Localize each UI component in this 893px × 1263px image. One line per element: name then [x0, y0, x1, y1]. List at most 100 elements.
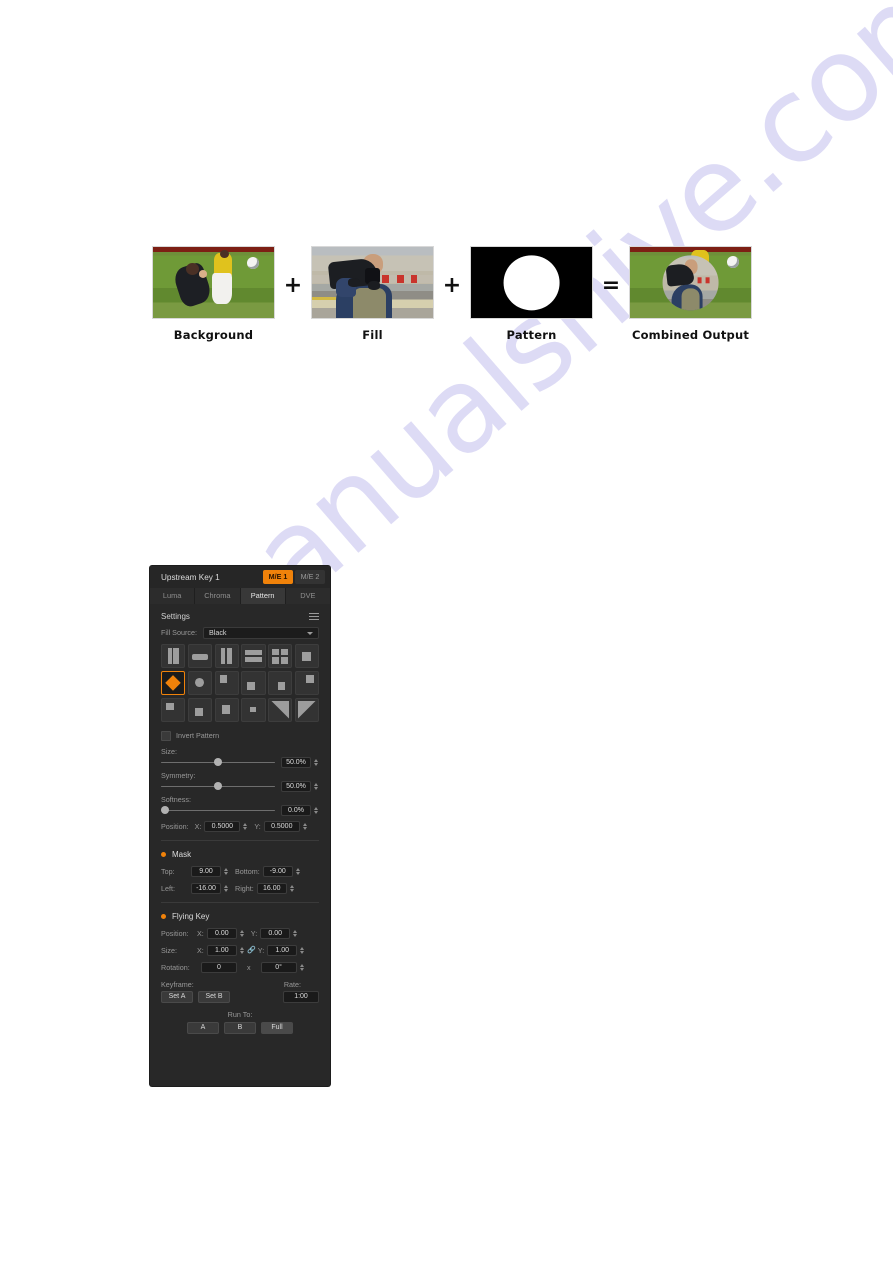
mask-left-field[interactable]: -16.00 [191, 882, 221, 894]
run-to-label: Run To: [227, 1009, 253, 1019]
flying-key-position-y-stepper[interactable] [292, 928, 298, 939]
size-slider-knob [214, 758, 222, 767]
mask-top-label: Top: [161, 866, 175, 876]
set-b-button[interactable]: Set B [198, 990, 230, 1003]
mask-right-stepper[interactable] [289, 883, 295, 894]
symmetry-label: Symmetry: [161, 770, 196, 780]
flying-key-position-row: Position: X: 0.00 Y: 0.00 [161, 926, 319, 941]
flying-key-size-label: Size: [161, 945, 177, 955]
flying-key-size-x-field[interactable]: 1.00 [206, 944, 237, 956]
mask-bottom-stepper[interactable] [295, 866, 301, 877]
pattern-option-9[interactable] [214, 670, 239, 695]
me-button-2[interactable]: M/E 2 [295, 569, 325, 584]
key-composition-diagram: Background + Fill + Pattern = Combined O… [152, 246, 752, 342]
pattern-option-18-diagonal[interactable] [294, 697, 319, 722]
flying-key-rotation-turns-field[interactable]: 0 [201, 961, 237, 973]
run-to-full-button[interactable]: Full [261, 1021, 293, 1034]
symmetry-stepper[interactable] [313, 781, 319, 792]
softness-value-field[interactable]: 0.0% [281, 804, 311, 816]
tab-dve[interactable]: DVE [285, 588, 330, 604]
flying-key-size-row: Size: X: 1.00 🔗 Y: 1.00 [161, 943, 319, 958]
panel-header: Upstream Key 1 M/E 1 M/E 2 [150, 566, 330, 588]
tab-luma[interactable]: Luma [150, 588, 196, 604]
fill-source-dropdown[interactable]: Black [202, 626, 319, 639]
mask-right-field[interactable]: 16.00 [256, 882, 287, 894]
flying-key-rotation-degrees-field[interactable]: 0° [260, 961, 297, 973]
mask-enable-indicator[interactable] [161, 852, 166, 858]
mask-left-label: Left: [161, 883, 175, 893]
pattern-option-14[interactable] [187, 697, 212, 722]
pattern-position-x-stepper[interactable] [242, 821, 248, 832]
flying-key-enable-indicator[interactable] [161, 914, 166, 920]
pattern-position-x-field[interactable]: 0.5000 [204, 820, 241, 832]
pattern-position-y-field[interactable]: 0.5000 [263, 820, 300, 832]
rate-field[interactable]: 1:00 [283, 990, 319, 1003]
flying-key-size-y-stepper[interactable] [299, 945, 305, 956]
pattern-option-15[interactable] [214, 697, 239, 722]
pattern-option-16[interactable] [241, 697, 266, 722]
softness-slider-track[interactable] [161, 805, 275, 815]
flying-key-header[interactable]: Flying Key [161, 908, 319, 926]
run-to-a-button[interactable]: A [187, 1021, 219, 1034]
invert-pattern-row[interactable]: Invert Pattern [161, 728, 319, 744]
combined-output-thumbnail [629, 246, 752, 319]
pattern-option-7-diamond-selected[interactable] [161, 670, 186, 695]
pattern-position-row: Position: X: 0.5000 Y: 0.5000 [161, 819, 319, 834]
size-slider-track[interactable] [161, 757, 275, 767]
flying-key-rotation-stepper[interactable] [299, 962, 305, 973]
flying-key-position-x-field[interactable]: 0.00 [206, 927, 237, 939]
me-button-1[interactable]: M/E 1 [263, 569, 293, 584]
set-a-button[interactable]: Set A [161, 990, 193, 1003]
operator-plus-1: + [283, 273, 303, 298]
pattern-option-8-circle[interactable] [187, 670, 212, 695]
symmetry-slider-track[interactable] [161, 781, 275, 791]
flying-key-rotation-label: Rotation: [161, 962, 190, 972]
pattern-option-2[interactable] [187, 644, 212, 669]
divider-1 [161, 839, 319, 841]
pattern-option-4[interactable] [241, 644, 266, 669]
pattern-option-3[interactable] [214, 644, 239, 669]
diagram-item-pattern: Pattern [470, 246, 593, 342]
fill-source-label: Fill Source: [161, 628, 197, 637]
tab-pattern[interactable]: Pattern [240, 588, 286, 604]
settings-heading: Settings [161, 611, 190, 621]
mask-top-field[interactable]: 9.00 [191, 865, 221, 877]
panel-title: Upstream Key 1 [161, 572, 220, 582]
symmetry-value-field[interactable]: 50.0% [281, 780, 311, 792]
pattern-option-12[interactable] [294, 670, 319, 695]
diagram-caption-fill: Fill [362, 328, 383, 342]
mask-left-stepper[interactable] [223, 883, 229, 894]
mask-right-label: Right: [235, 883, 254, 893]
softness-stepper[interactable] [313, 805, 319, 816]
mask-bottom-field[interactable]: -9.00 [262, 865, 293, 877]
pattern-option-6[interactable] [294, 644, 319, 669]
mask-top-stepper[interactable] [223, 866, 229, 877]
keyframe-buttons-row: Set A Set B 1:00 [161, 990, 319, 1003]
pattern-option-1[interactable] [161, 644, 186, 669]
size-stepper[interactable] [313, 757, 319, 768]
keyframe-labels-row: Keyframe: Rate: [161, 980, 319, 989]
flying-key-position-x-stepper[interactable] [239, 928, 245, 939]
mask-header[interactable]: Mask [161, 846, 319, 864]
pattern-option-13[interactable] [161, 697, 186, 722]
hamburger-menu-icon[interactable] [309, 611, 319, 622]
pattern-option-5[interactable] [268, 644, 293, 669]
diagram-item-fill: Fill [311, 246, 434, 342]
invert-pattern-checkbox[interactable] [161, 730, 171, 741]
link-chain-icon[interactable]: 🔗 [247, 946, 256, 954]
run-to-b-button[interactable]: B [224, 1021, 256, 1034]
flying-key-position-y-field[interactable]: 0.00 [260, 927, 291, 939]
operator-plus-2: + [442, 273, 462, 298]
fill-source-value: Black [208, 628, 227, 637]
mask-left-right-row: Left: -16.00 Right: 16.00 [161, 881, 319, 896]
flying-key-size-x-stepper[interactable] [239, 945, 245, 956]
flying-key-size-y-field[interactable]: 1.00 [267, 944, 298, 956]
tab-chroma[interactable]: Chroma [195, 588, 241, 604]
key-type-tabs: Luma Chroma Pattern DVE [150, 588, 330, 604]
pattern-option-11[interactable] [268, 670, 293, 695]
pattern-position-y-label: Y: [254, 821, 261, 831]
pattern-option-17-diagonal[interactable] [268, 697, 293, 722]
pattern-position-y-stepper[interactable] [302, 821, 308, 832]
size-value-field[interactable]: 50.0% [281, 756, 311, 768]
pattern-option-10[interactable] [241, 670, 266, 695]
